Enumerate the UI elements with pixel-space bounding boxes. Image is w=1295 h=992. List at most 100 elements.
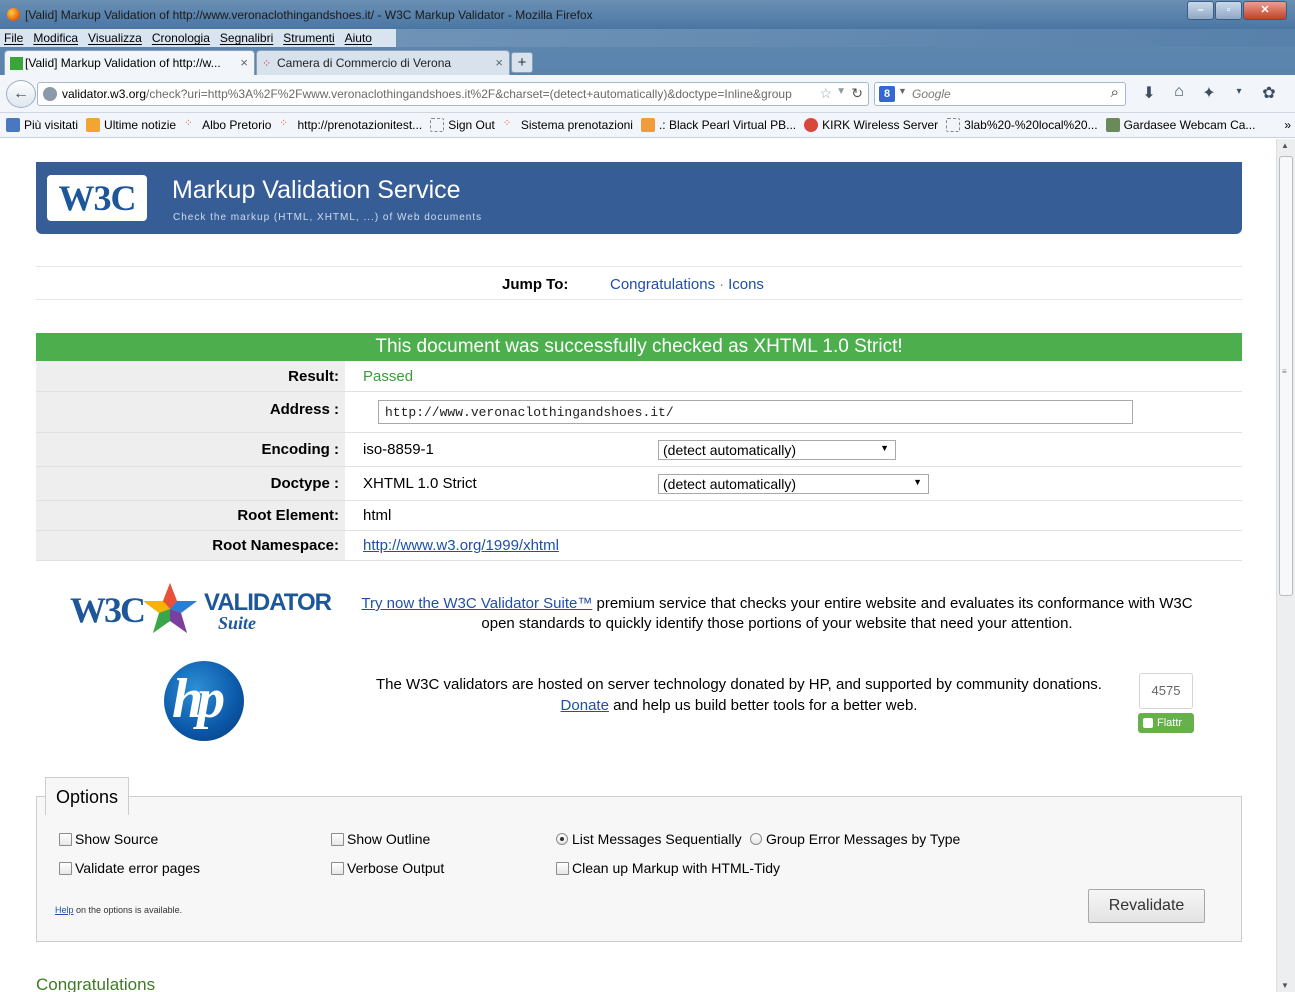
tab-close-icon[interactable]: × [240,55,248,70]
cleanup-tidy-checkbox[interactable] [556,861,569,875]
tab-camera-commercio[interactable]: ⁘ Camera di Commercio di Verona × [256,50,510,75]
reload-icon[interactable]: ↻ [851,85,863,102]
options-legend[interactable]: Options [45,777,130,815]
validator-suite-logo[interactable]: W3C VALIDATOR Suite [70,581,332,639]
result-value: Passed [363,368,414,385]
donate-link[interactable]: Donate [561,697,609,714]
bookmark-kirk-wireless[interactable]: KIRK Wireless Server [804,118,938,132]
menu-segnalibri[interactable]: Segnalibri [220,31,273,45]
bookmark-prenotazionitest[interactable]: ⁘ http://prenotazionitest... [279,118,422,132]
root-namespace-row: Root Namespace: http://www.w3.org/1999/x… [36,531,1242,561]
dots-icon: ⁘ [502,118,512,129]
show-outline-checkbox[interactable] [331,832,344,846]
scroll-up-icon[interactable]: ▲ [1281,141,1289,150]
bookmark-sistema-prenotazioni[interactable]: ⁘ Sistema prenotazioni [503,118,633,132]
addon-icon[interactable]: ✦ [1194,83,1224,103]
encoding-select[interactable]: (detect automatically) ▼ [658,440,896,460]
w3c-valid-favicon-icon [10,57,23,70]
camera-favicon-icon: ⁘ [262,58,272,70]
help-text: on the options is available. [73,905,183,915]
chevron-down-icon: ▼ [880,443,889,453]
minimize-button[interactable]: – [1187,1,1214,20]
search-engine-dropdown-icon[interactable]: ▼ [898,86,907,96]
root-namespace-key: Root Namespace: [36,531,345,560]
bookmark-label: Albo Pretorio [202,118,272,132]
verbose-output-checkbox[interactable] [331,861,344,875]
menu-aiuto[interactable]: Aiuto [345,31,372,45]
doctype-row: Doctype : XHTML 1.0 Strict (detect autom… [36,467,1242,501]
list-sequential-option[interactable]: List Messages Sequentially [556,831,742,847]
search-icon[interactable]: ⌕ [1111,84,1119,101]
show-source-checkbox[interactable] [59,832,72,846]
hp-logo-text: hp [172,668,225,730]
cleanup-tidy-label: Clean up Markup with HTML-Tidy [572,860,780,876]
maximize-button[interactable]: ▫ [1215,1,1242,20]
validate-error-pages-checkbox[interactable] [59,861,72,875]
menu-cronologia[interactable]: Cronologia [152,31,210,45]
verbose-output-option[interactable]: Verbose Output [331,860,444,876]
bookmark-sign-out[interactable]: Sign Out [430,118,495,132]
bookmark-3lab[interactable]: 3lab%20-%20local%20... [946,118,1098,132]
tab-validator[interactable]: [Valid] Markup Validation of http://w...… [4,50,255,75]
bookmark-gardasee[interactable]: Gardasee Webcam Ca... [1105,118,1255,132]
close-window-button[interactable]: ✕ [1243,1,1287,20]
menu-visualizza[interactable]: Visualizza [88,31,142,45]
menu-modifica[interactable]: Modifica [33,31,78,45]
scroll-down-icon[interactable]: ▼ [1281,981,1289,990]
bookmark-star-icon[interactable]: ☆ [819,85,832,102]
hp-logo[interactable]: hp [164,661,244,741]
menu-file[interactable]: File [4,31,23,45]
verbose-output-label: Verbose Output [347,860,445,876]
jump-to-bar: Jump To: Congratulations · Icons [36,266,1242,300]
page-viewport: W3C Markup Validation Service Check the … [0,139,1276,992]
vertical-scrollbar[interactable]: ▲ ≡ ▼ [1276,139,1295,992]
url-bar[interactable]: validator.w3.org/check?uri=http%3A%2F%2F… [37,82,869,106]
menu-dropdown-icon[interactable]: ▾ [1224,83,1254,103]
congratulations-heading: Congratulations [36,975,156,992]
new-tab-button[interactable]: + [511,52,533,73]
bird-icon[interactable]: ✿ [1254,83,1284,103]
bookmark-ultime-notizie[interactable]: Ultime notizie [86,118,176,132]
url-dropdown-icon[interactable]: ▼ [836,86,846,97]
home-icon[interactable]: ⌂ [1164,83,1194,103]
group-by-type-radio[interactable] [750,833,762,845]
flattr-button[interactable]: Flattr [1138,713,1194,733]
scrollbar-thumb[interactable] [1279,156,1293,596]
page-title: Markup Validation Service [172,176,461,204]
root-element-key: Root Element: [36,501,345,530]
bookmark-label: KIRK Wireless Server [822,118,939,132]
root-namespace-link[interactable]: http://www.w3.org/1999/xhtml [363,537,559,554]
bookmark-albo-pretorio[interactable]: ⁘ Albo Pretorio [184,118,271,132]
bookmarks-overflow-icon[interactable]: » [1284,118,1291,132]
w3c-logo[interactable]: W3C [47,175,147,221]
download-icon[interactable]: ⬇ [1134,83,1164,103]
revalidate-button[interactable]: Revalidate [1088,889,1205,923]
bookmark-black-pearl[interactable]: .: Black Pearl Virtual PB... [640,118,797,132]
pbx-icon [640,118,655,132]
tab-close-icon[interactable]: × [495,55,503,70]
tab-strip: [Valid] Markup Validation of http://w...… [0,47,1295,75]
menu-strumenti[interactable]: Strumenti [283,31,334,45]
navigation-toolbar: ← validator.w3.org/check?uri=http%3A%2F%… [0,75,1295,113]
bookmark-label: 3lab%20-%20local%20... [964,118,1098,132]
help-link[interactable]: Help [55,905,74,915]
group-by-type-option[interactable]: Group Error Messages by Type [750,831,960,847]
search-engine-icon[interactable]: 8 [879,86,895,102]
doctype-select[interactable]: (detect automatically) ▼ [658,474,929,494]
validate-error-pages-option[interactable]: Validate error pages [59,860,200,876]
list-sequential-radio[interactable] [556,833,568,845]
cleanup-tidy-option[interactable]: Clean up Markup with HTML-Tidy [556,860,780,876]
show-source-option[interactable]: Show Source [59,831,158,847]
address-input[interactable]: http://www.veronaclothingandshoes.it/ [378,400,1133,424]
list-sequential-label: List Messages Sequentially [572,831,742,847]
validator-suite-link[interactable]: Try now the W3C Validator Suite™ [361,595,592,612]
back-button[interactable]: ← [6,80,36,108]
bookmark-piu-visitati[interactable]: Più visitati [6,118,78,132]
show-outline-option[interactable]: Show Outline [331,831,430,847]
doctype-value: XHTML 1.0 Strict [363,475,477,492]
jump-icons-link[interactable]: Icons [728,276,764,293]
search-box[interactable]: 8 ▼ Google ⌕ [874,82,1126,106]
bookmark-label: .: Black Pearl Virtual PB... [658,118,797,132]
jump-congratulations-link[interactable]: Congratulations [610,276,715,293]
url-path: /check?uri=http%3A%2F%2Fwww.veronaclothi… [146,87,792,101]
